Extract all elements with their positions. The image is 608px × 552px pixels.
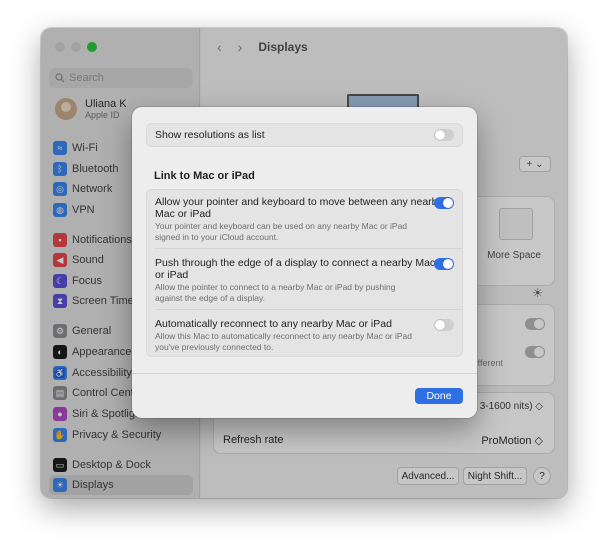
push-through-edge-toggle[interactable] [434, 258, 454, 270]
show-resolutions-row: Show resolutions as list [146, 123, 463, 147]
show-resolutions-label: Show resolutions as list [155, 129, 265, 141]
sheet-footer-divider [132, 373, 477, 374]
row-3-desc-line-2: you've previously connected to. [155, 342, 274, 352]
row-3-desc-line-1: Allow this Mac to automatically reconnec… [155, 331, 413, 341]
allow-pointer-keyboard-toggle[interactable] [434, 197, 454, 209]
link-options-group: Allow your pointer and keyboard to move … [146, 189, 463, 357]
row-1-desc-line-1: Your pointer and keyboard can be used on… [155, 221, 408, 231]
auto-reconnect-toggle[interactable] [434, 319, 454, 331]
link-to-mac-sheet: Show resolutions as list Link to Mac or … [132, 107, 477, 418]
row-2-desc-line-1: Allow the pointer to connect to a nearby… [155, 282, 396, 292]
row-2-label-line-1: Push through the edge of a display to co… [155, 257, 436, 269]
show-resolutions-toggle[interactable] [434, 129, 454, 141]
row-1-label-line-2: Mac or iPad [155, 208, 212, 220]
row-2-label-line-2: or iPad [155, 269, 189, 281]
done-button[interactable]: Done [415, 388, 463, 404]
section-title: Link to Mac or iPad [154, 170, 255, 182]
row-2-desc-line-2: against the edge of a display. [155, 293, 265, 303]
row-separator [155, 309, 462, 310]
row-3-label: Automatically reconnect to any nearby Ma… [155, 318, 392, 330]
row-1-desc-line-2: signed in to your iCloud account. [155, 232, 279, 242]
row-separator [155, 248, 462, 249]
row-1-label-line-1: Allow your pointer and keyboard to move … [155, 196, 443, 208]
